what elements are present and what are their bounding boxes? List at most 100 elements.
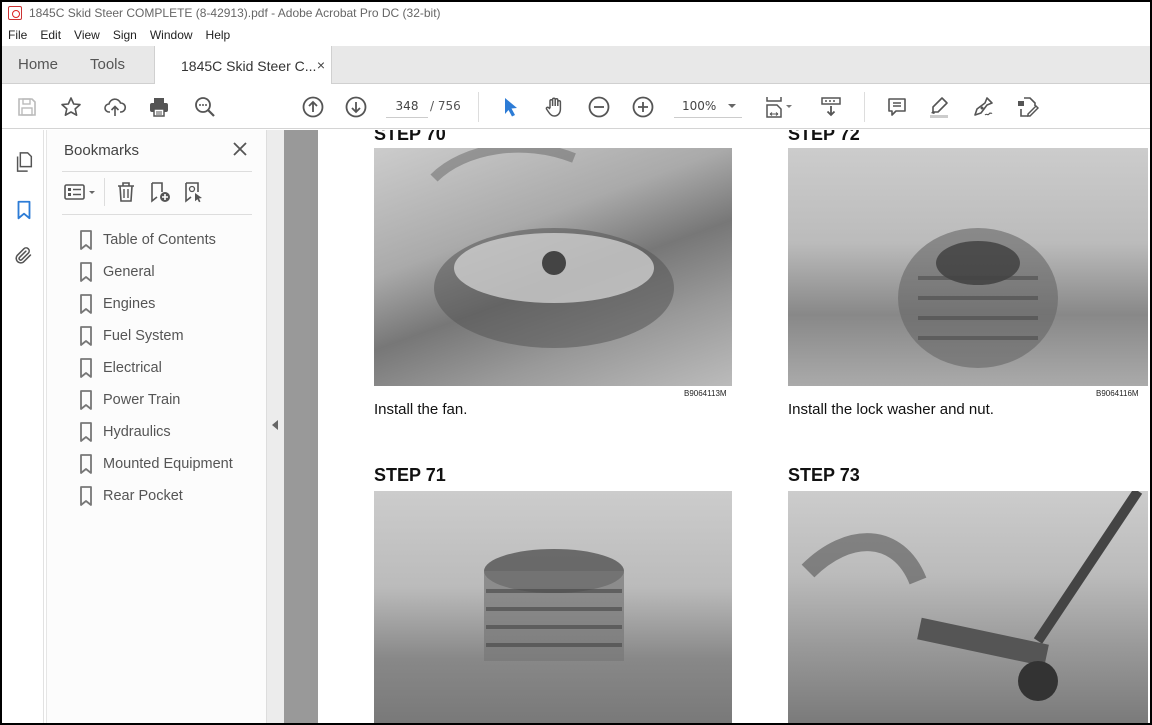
step-heading: STEP 70 — [374, 130, 446, 144]
bookmark-label: Engines — [103, 296, 156, 312]
bookmark-icon — [80, 326, 92, 346]
menu-file[interactable]: File — [8, 28, 27, 42]
highlight-icon — [930, 97, 948, 118]
bookmarks-panel-title: Bookmarks — [64, 142, 140, 159]
tab-tools[interactable]: Tools — [90, 46, 125, 84]
arrow-up-circle-icon — [302, 96, 324, 118]
select-cursor-icon — [505, 98, 517, 117]
bookmark-item[interactable]: Table of Contents — [79, 224, 233, 256]
bookmark-label: Rear Pocket — [103, 488, 183, 504]
highlight-button[interactable] — [926, 94, 952, 120]
save-button[interactable] — [14, 94, 40, 120]
save-icon — [18, 98, 36, 116]
tab-home[interactable]: Home — [18, 46, 58, 84]
navigation-rail — [2, 130, 44, 723]
attachments-button[interactable] — [12, 244, 36, 268]
toolbar: 348 / 756 100% — [2, 84, 1150, 129]
sign-icon — [974, 97, 993, 116]
page-total: / 756 — [430, 99, 461, 113]
edit-pdf-button[interactable] — [1014, 94, 1040, 120]
bookmark-item[interactable]: Engines — [79, 288, 233, 320]
bookmarks-panel-button[interactable] — [12, 198, 36, 222]
bookmark-item[interactable]: General — [79, 256, 233, 288]
bookmark-label: Fuel System — [103, 328, 184, 344]
delete-bookmark-icon[interactable] — [114, 180, 138, 204]
bookmark-item[interactable]: Fuel System — [79, 320, 233, 352]
chevron-down-icon — [728, 104, 736, 108]
menu-help[interactable]: Help — [206, 28, 231, 42]
tab-document-label: 1845C Skid Steer C... — [181, 57, 317, 74]
bookmark-item[interactable]: Rear Pocket — [79, 480, 233, 512]
bookmark-icon — [80, 358, 92, 378]
step-heading: STEP 71 — [374, 465, 446, 485]
zoom-out-button[interactable] — [586, 94, 612, 120]
panel-divider — [62, 171, 252, 172]
menu-window[interactable]: Window — [150, 28, 193, 42]
pdf-page: STEP 70 B9064113M Install the fan. STEP … — [318, 130, 1150, 723]
star-icon — [61, 97, 81, 116]
zoom-level-dropdown[interactable]: 100% — [674, 94, 742, 118]
comment-button[interactable] — [884, 94, 910, 120]
select-tool-button[interactable] — [498, 94, 524, 120]
print-icon — [150, 98, 168, 117]
fit-page-button[interactable] — [762, 94, 796, 120]
bookmark-label: Table of Contents — [103, 232, 216, 248]
bookmark-label: Power Train — [103, 392, 181, 408]
bookmark-item[interactable]: Hydraulics — [79, 416, 233, 448]
menu-sign[interactable]: Sign — [113, 28, 137, 42]
tab-document[interactable]: 1845C Skid Steer C... × — [154, 46, 332, 85]
acrobat-app-icon — [8, 6, 22, 20]
zoom-out-icon — [588, 96, 610, 118]
tab-bar: Home Tools 1845C Skid Steer C... × — [2, 46, 1150, 85]
hand-tool-button[interactable] — [542, 94, 568, 120]
page-thumbnails-icon — [16, 152, 33, 172]
panel-splitter[interactable] — [266, 130, 284, 723]
step-photo-fan — [374, 148, 732, 386]
bookmark-options-icon[interactable] — [64, 180, 100, 204]
toolbar-divider — [478, 92, 479, 122]
scroll-mode-button[interactable] — [818, 94, 844, 120]
edit-pdf-icon — [1018, 97, 1039, 117]
bookmark-icon — [80, 262, 92, 282]
panel-divider — [62, 214, 252, 215]
next-page-button[interactable] — [343, 94, 369, 120]
bookmark-item[interactable]: Electrical — [79, 352, 233, 384]
title-bar: 1845C Skid Steer COMPLETE (8-42913).pdf … — [2, 2, 1150, 24]
bookmark-item[interactable]: Power Train — [79, 384, 233, 416]
bookmarks-panel: Bookmarks Table of Contents General Engi… — [46, 130, 266, 723]
bookmark-label: Hydraulics — [103, 424, 171, 440]
previous-page-button[interactable] — [300, 94, 326, 120]
document-background — [284, 130, 318, 723]
menu-view[interactable]: View — [74, 28, 100, 42]
bookmark-star-button[interactable] — [58, 94, 84, 120]
upload-cloud-icon — [104, 98, 127, 116]
fan-illustration — [430, 148, 674, 348]
bookmark-icon — [80, 294, 92, 314]
step-heading: STEP 72 — [788, 130, 860, 144]
new-bookmark-icon[interactable] — [148, 180, 172, 204]
bookmark-label: General — [103, 264, 155, 280]
bookmark-properties-icon[interactable] — [182, 180, 206, 204]
sign-button[interactable] — [970, 94, 996, 120]
pulley-illustration — [484, 549, 624, 661]
page-number-input[interactable]: 348 — [386, 94, 428, 118]
bookmark-list: Table of Contents General Engines Fuel S… — [79, 224, 233, 512]
pulley-illustration — [898, 228, 1058, 368]
scroll-mode-icon — [821, 97, 841, 117]
collapse-panel-icon[interactable] — [272, 420, 278, 430]
upload-button[interactable] — [102, 94, 128, 120]
bookmark-item[interactable]: Mounted Equipment — [79, 448, 233, 480]
zoom-in-icon — [632, 96, 654, 118]
page-thumbnails-button[interactable] — [12, 150, 36, 174]
step-heading: STEP 73 — [788, 465, 860, 485]
step-caption: Install the fan. — [374, 401, 468, 418]
menu-edit[interactable]: Edit — [40, 28, 61, 42]
print-button[interactable] — [146, 94, 172, 120]
close-tab-icon[interactable]: × — [317, 57, 325, 73]
find-button[interactable] — [192, 94, 218, 120]
step-photo-nut — [788, 148, 1148, 386]
step-photo-wrench — [788, 491, 1148, 723]
close-panel-icon[interactable] — [231, 140, 249, 158]
zoom-in-button[interactable] — [630, 94, 656, 120]
comment-icon — [888, 98, 906, 116]
